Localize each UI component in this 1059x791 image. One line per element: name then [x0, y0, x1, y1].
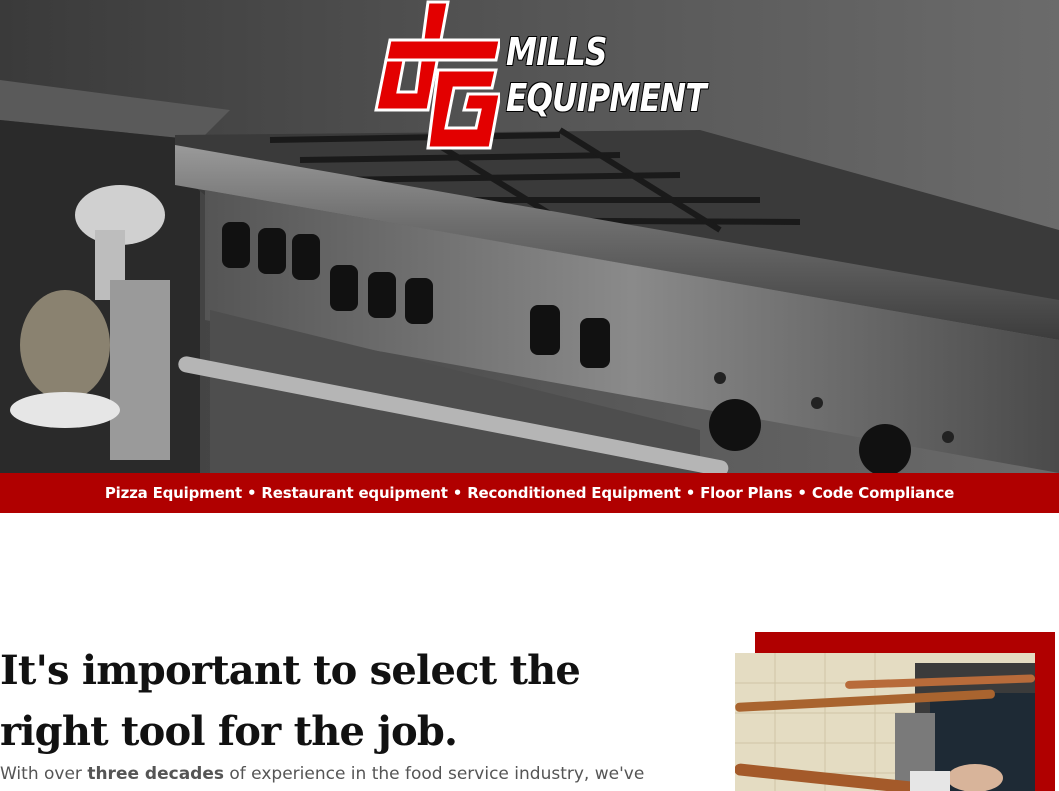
brand-name-line2: EQUIPMENT: [506, 76, 707, 120]
services-tagline: Pizza Equipment • Restaurant equipment •…: [104, 484, 955, 502]
hero-banner: MILLS EQUIPMENT: [0, 0, 1059, 473]
pizza-oven-photo: [735, 653, 1035, 791]
brand-name-line1: MILLS: [506, 30, 607, 74]
jg-monogram-icon: [374, 0, 500, 150]
brand-logo[interactable]: MILLS EQUIPMENT: [368, 0, 708, 152]
intro-text-suffix: of experience in the food service indust…: [223, 764, 645, 784]
intro-emphasis: three decades: [87, 764, 224, 784]
services-tagline-bar: Pizza Equipment • Restaurant equipment •…: [0, 473, 1059, 513]
section-headline: It's important to select the right tool …: [0, 647, 581, 755]
intro-paragraph: With over three decades of experience in…: [0, 764, 720, 784]
pizza-oven-image: [735, 653, 1035, 791]
intro-text-prefix: With over: [0, 764, 88, 784]
